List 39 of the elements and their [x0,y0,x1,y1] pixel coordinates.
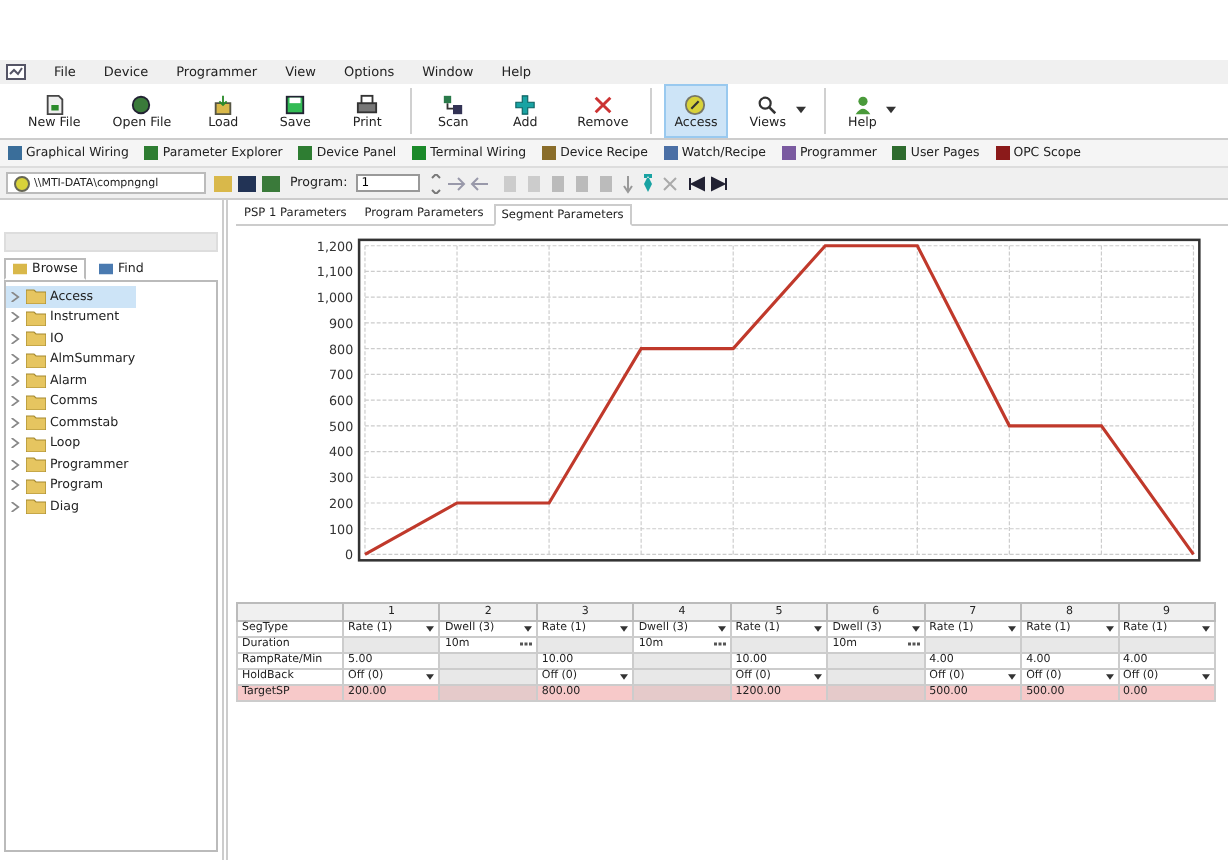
caret-icon [1105,626,1113,632]
caret-icon [814,626,823,632]
person-icon [851,93,874,115]
chevron-icon[interactable] [10,417,20,428]
caret-icon [426,674,435,680]
chevron-icon[interactable] [10,396,20,407]
caret-icon [1008,626,1017,632]
file-icon [43,93,66,115]
caret-icon [1202,674,1210,680]
caret-icon [523,626,532,632]
chevron-icon[interactable] [10,354,20,365]
caret-icon [620,626,629,632]
globe-icon [130,93,153,115]
caret-icon [886,106,897,114]
chevron-icon[interactable] [10,480,20,491]
chevron-icon[interactable] [10,312,20,323]
caret-icon [1202,626,1210,632]
chevron-icon[interactable] [10,333,20,344]
caret-icon [796,106,806,114]
caret-icon [1008,674,1017,680]
chevron-icon[interactable] [10,501,20,512]
network-icon [442,93,465,115]
close-icon [591,93,614,115]
caret-icon [814,674,823,680]
header-cell [237,603,343,621]
chevron-icon[interactable] [10,438,20,449]
plus-icon [514,93,537,115]
horizontal-scrollbar[interactable] [4,232,218,252]
caret-icon [620,674,629,680]
chevron-icon[interactable] [10,375,20,386]
chevron-icon[interactable] [10,459,20,470]
printer-icon [356,93,379,115]
caret-icon [911,626,920,632]
chevron-icon[interactable] [10,291,20,302]
caret-icon [426,626,435,632]
caret-icon [1105,674,1113,680]
caret-icon [717,626,726,632]
app-icon [6,64,26,80]
file-icons-drawing [214,173,282,193]
